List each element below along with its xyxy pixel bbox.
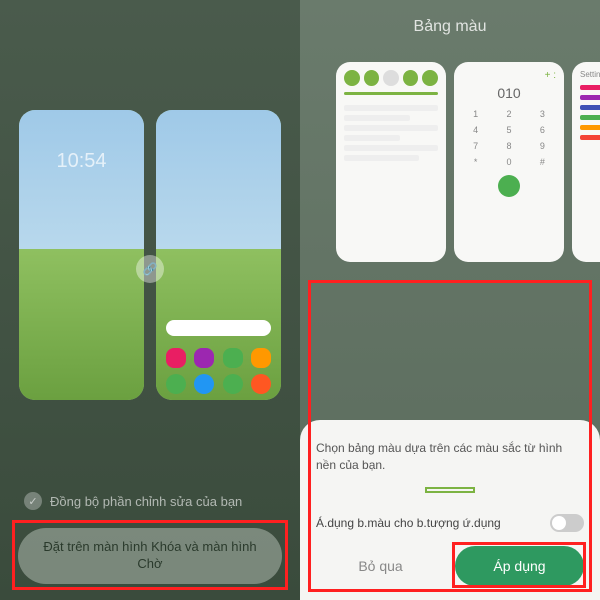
wallpaper-previews: 10:54 — [0, 0, 300, 400]
call-icon — [498, 175, 520, 197]
apply-icons-row[interactable]: Á.dụng b.màu cho b.tượng ứ.dụng — [316, 508, 584, 546]
sheet-description: Chọn bảng màu dựa trên các màu sắc từ hì… — [316, 440, 584, 474]
theme-preview-dialer[interactable]: + : 010 123456789*0# — [454, 62, 564, 262]
theme-preview-quicksettings[interactable] — [336, 62, 446, 262]
skip-button[interactable]: Bỏ qua — [316, 546, 445, 586]
apply-icons-toggle[interactable] — [550, 514, 584, 532]
wallpaper-panel: 10:54 🔗 ✓ Đồng bộ phần chỉnh sửa của bạn… — [0, 0, 300, 600]
palette-panel: Bảng màu + : 010 123456789*0# Settings — [300, 0, 600, 600]
set-wallpaper-button[interactable]: Đặt trên màn hình Khóa và màn hình Chờ — [18, 528, 282, 584]
lock-clock: 10:54 — [19, 150, 144, 173]
sync-row[interactable]: ✓ Đồng bộ phần chỉnh sửa của bạn — [0, 492, 300, 510]
apply-icons-label: Á.dụng b.màu cho b.tượng ứ.dụng — [316, 516, 501, 530]
sync-label: Đồng bộ phần chỉnh sửa của bạn — [50, 494, 242, 509]
palette-sheet: Chọn bảng màu dựa trên các màu sắc từ hì… — [300, 420, 600, 600]
theme-preview-settings[interactable]: Settings — [572, 62, 600, 262]
dial-grid: 123456789*0# — [462, 109, 556, 167]
dock-row — [156, 374, 281, 394]
theme-previews: + : 010 123456789*0# Settings — [300, 36, 600, 262]
panel-title: Bảng màu — [300, 0, 600, 36]
app-row — [156, 348, 281, 368]
search-bar-preview — [166, 320, 271, 336]
apply-button[interactable]: Áp dụng — [455, 546, 584, 586]
homescreen-preview[interactable] — [156, 110, 281, 400]
lockscreen-preview[interactable]: 10:54 — [19, 110, 144, 400]
check-icon: ✓ — [24, 492, 42, 510]
dialer-display: 010 — [462, 85, 556, 101]
link-icon[interactable]: 🔗 — [136, 255, 164, 283]
